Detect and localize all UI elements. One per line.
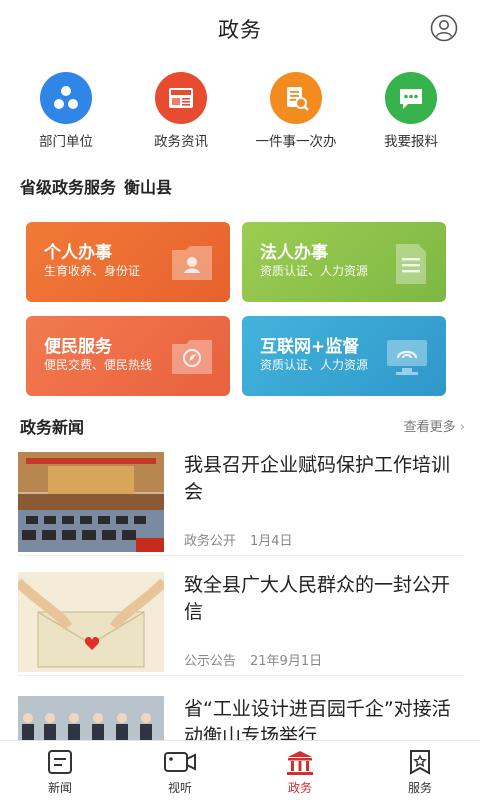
quick-label: 政务资讯 <box>154 134 208 150</box>
news-source: 公示公告 <box>184 654 237 669</box>
news-date: 1月4日 <box>250 534 293 549</box>
tab-label: 政务 <box>287 781 312 795</box>
county-selector[interactable]: 衡山县 <box>124 178 172 197</box>
news-title: 我县召开企业赋码保护工作培训会 <box>184 454 451 503</box>
news-source: 政务公开 <box>184 534 237 549</box>
card-title: 个人办事 <box>44 243 112 263</box>
news-icon <box>155 72 207 124</box>
user-profile-icon[interactable] <box>430 14 458 42</box>
news-item[interactable]: 我县召开企业赋码保护工作培训会 政务公开 1月4日 <box>18 452 464 556</box>
quick-entry-row: 部门单位 政务资讯 一件事一次办 我要报料 <box>0 72 480 152</box>
card-convenience-services[interactable]: 便民服务 便民交费、便民热线 <box>26 316 230 396</box>
card-subtitle: 生育收养、身份证 <box>44 264 141 278</box>
one-stop-icon <box>270 72 322 124</box>
bottom-tab-bar: 新闻 视听 政务 服务 <box>0 740 480 800</box>
video-tab-icon <box>140 747 220 777</box>
card-subtitle: 资质认证、人力资源 <box>260 264 369 278</box>
tab-services[interactable]: 服务 <box>380 747 460 796</box>
news-meta: 公示公告 21年9月1日 <box>184 650 322 669</box>
card-subtitle: 资质认证、人力资源 <box>260 358 369 372</box>
card-legal-entity-affairs[interactable]: 法人办事 资质认证、人力资源 <box>242 222 446 302</box>
tab-government[interactable]: 政务 <box>260 747 340 796</box>
news-meta: 政务公开 1月4日 <box>184 530 293 549</box>
quick-label: 一件事一次办 <box>255 134 337 150</box>
services-section-title: 省级政务服务 衡山县 <box>20 174 172 198</box>
news-tab-icon <box>20 747 100 777</box>
document-icon <box>390 242 430 290</box>
quick-item-departments[interactable]: 部门单位 <box>16 72 116 150</box>
compass-folder-icon <box>170 336 214 380</box>
government-tab-icon <box>260 747 340 777</box>
view-more-label: 查看更多 <box>403 420 456 435</box>
tab-video[interactable]: 视听 <box>140 747 220 796</box>
news-item[interactable]: 致全县广大人民群众的一封公开信 公示公告 21年9月1日 <box>18 572 464 676</box>
monitor-icon <box>384 336 430 382</box>
card-title: 互联网+监督 <box>260 337 360 357</box>
top-bar: 政务 <box>0 0 480 56</box>
quick-item-one-stop[interactable]: 一件事一次办 <box>246 72 346 150</box>
quick-item-report[interactable]: 我要报料 <box>361 72 461 150</box>
news-date: 21年9月1日 <box>250 654 323 669</box>
chevron-right-icon: › <box>459 420 465 435</box>
tab-label: 服务 <box>407 781 432 795</box>
services-title: 省级政务服务 <box>20 178 117 197</box>
news-thumbnail-letter <box>18 572 164 672</box>
quick-label: 我要报料 <box>384 134 438 150</box>
card-internet-supervision[interactable]: 互联网+监督 资质认证、人力资源 <box>242 316 446 396</box>
tab-news[interactable]: 新闻 <box>20 747 100 796</box>
news-thumbnail-meeting <box>18 452 164 552</box>
service-tab-icon <box>380 747 460 777</box>
view-more-link[interactable]: 查看更多 › <box>404 416 465 435</box>
news-title: 致全县广大人民群众的一封公开信 <box>184 574 451 623</box>
card-personal-affairs[interactable]: 个人办事 生育收养、身份证 <box>26 222 230 302</box>
news-section-title: 政务新闻 <box>20 418 85 437</box>
tab-label: 新闻 <box>47 781 72 795</box>
card-title: 便民服务 <box>44 337 112 357</box>
tab-label: 视听 <box>167 781 192 795</box>
report-icon <box>385 72 437 124</box>
card-title: 法人办事 <box>260 243 328 263</box>
quick-label: 部门单位 <box>39 134 93 150</box>
departments-icon <box>40 72 92 124</box>
quick-item-news[interactable]: 政务资讯 <box>131 72 231 150</box>
id-card-icon <box>170 242 214 286</box>
page-title: 政务 <box>218 18 262 42</box>
news-section-header: 政务新闻 查看更多 › <box>20 414 465 437</box>
card-subtitle: 便民交费、便民热线 <box>44 358 153 372</box>
